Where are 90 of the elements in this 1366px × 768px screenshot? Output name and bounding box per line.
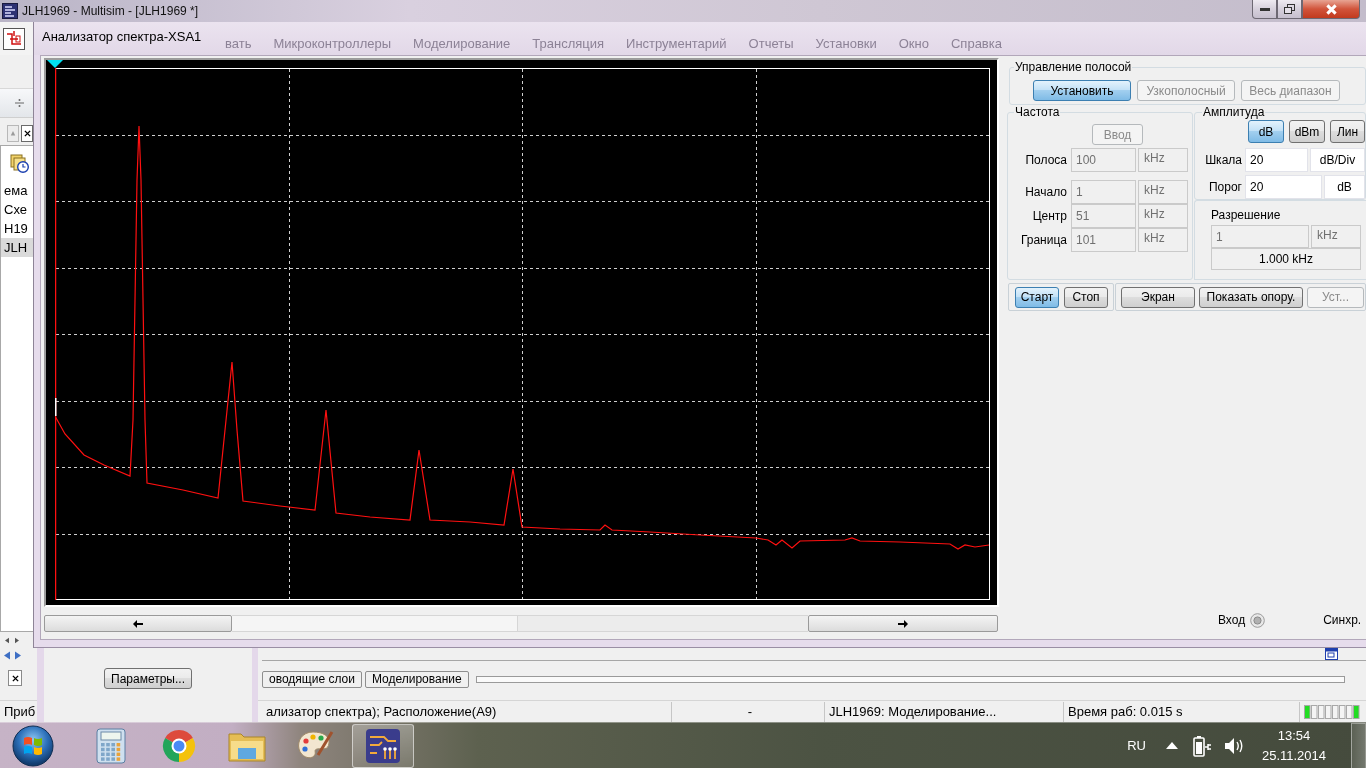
display-button[interactable]: Показать опору. (1199, 286, 1303, 308)
close-button[interactable] (21, 125, 33, 142)
unit-field: kHz (1138, 180, 1188, 204)
run-button[interactable]: Старт (1015, 286, 1059, 308)
group-title: Амплитуда (1202, 105, 1266, 119)
group-title: Управление полосой (1014, 60, 1133, 74)
unit-field: dB (1324, 175, 1365, 199)
field-label: Начало (1024, 185, 1067, 199)
calculator-icon (96, 727, 126, 764)
folders-clock-icon (10, 154, 29, 173)
scale-button[interactable]: dB (1248, 120, 1284, 143)
unit-field: kHz (1138, 228, 1188, 252)
schematic-icon (3, 27, 25, 50)
close-icon (1325, 3, 1337, 15)
field-label: Порог (1207, 180, 1243, 194)
show-desktop-button[interactable] (1351, 722, 1366, 768)
minimize-icon (1259, 7, 1270, 11)
value-field[interactable]: 20 (1245, 175, 1322, 199)
group-title: Частота (1014, 105, 1061, 119)
window-icon (1325, 648, 1338, 660)
field-label: Шкала (1204, 153, 1243, 167)
connector-icon[interactable] (1250, 612, 1266, 628)
cursor-line[interactable] (55, 68, 57, 600)
value-field: 51 (1071, 204, 1136, 228)
value-field: 1 (1071, 180, 1136, 204)
field-label: Граница (1019, 233, 1067, 247)
close-icon (23, 130, 31, 137)
restore-button[interactable] (1277, 0, 1302, 19)
browser-icon (162, 728, 196, 763)
tree-item[interactable]: Схе (1, 200, 33, 219)
close-button[interactable] (8, 670, 22, 686)
app-icon (2, 3, 18, 19)
status-text: JLH1969: Моделирование... (825, 701, 1064, 722)
volume-icon (1224, 736, 1244, 755)
minimize-button[interactable] (1252, 0, 1277, 19)
group-title: Разрешение (1211, 208, 1282, 222)
clock-time: 13:54 (1277, 728, 1311, 743)
unit-field: kHz (1311, 225, 1361, 248)
unit-field: kHz (1138, 148, 1188, 172)
start-button[interactable] (10, 723, 56, 768)
battery-plug-icon (1193, 734, 1212, 757)
scroll-right-button[interactable] (808, 615, 998, 632)
run-button[interactable]: Стоп (1064, 286, 1108, 308)
resolution-readout: 1.000 kHz (1211, 248, 1361, 270)
scale-button[interactable]: dBm (1289, 120, 1325, 143)
tab[interactable]: оводящие слои (262, 671, 362, 688)
start-orb-icon (12, 724, 54, 767)
taskbar-button[interactable] (352, 723, 414, 768)
up-arrow-icon (10, 130, 16, 137)
value-field: 100 (1071, 148, 1136, 172)
terminal-label: Синхр. (1323, 613, 1362, 627)
window-title: JLH1969 - Multisim - [JLH1969 *] (22, 4, 199, 18)
field-label: Центр (1031, 209, 1067, 223)
tree-item[interactable]: JLH (1, 238, 33, 257)
scroll-left-button[interactable] (44, 615, 232, 632)
activity-indicator-icon (1304, 704, 1360, 719)
language-indicator[interactable]: RU (1127, 738, 1146, 753)
status-text: Приб (3, 702, 37, 721)
tree-item[interactable]: H19 (1, 219, 33, 238)
parameters-button[interactable]: Параметры... (104, 668, 192, 689)
tab[interactable]: Моделирование (364, 671, 469, 688)
value-field[interactable]: 20 (1245, 148, 1308, 172)
field-label: Полоса (1024, 153, 1067, 167)
terminal-label: Вход (1218, 613, 1246, 627)
up-arrow-icon (1166, 742, 1178, 749)
status-text: ализатор спектра); Расположение(А9) (262, 701, 672, 722)
right-arrow-icon (898, 619, 908, 628)
span-button[interactable]: Установить (1033, 80, 1131, 101)
display-button[interactable]: Экран (1121, 286, 1195, 308)
scrollbar-thumb[interactable] (232, 615, 518, 632)
circuit-icon (365, 727, 401, 764)
status-text: - (672, 701, 825, 722)
value-field: 101 (1071, 228, 1136, 252)
unit-field: dB/Div (1310, 148, 1365, 172)
scale-button[interactable]: Лин (1330, 120, 1365, 143)
cursor-marker-icon (47, 60, 63, 68)
window-title: Анализатор спектра-XSA1 (42, 29, 202, 44)
power-button[interactable] (1193, 734, 1212, 757)
unit-field: kHz (1138, 204, 1188, 228)
restore-icon (1284, 4, 1295, 14)
show-hidden-icons-button[interactable] (1166, 742, 1178, 749)
grip-icon (15, 99, 24, 107)
close-icon (11, 674, 19, 682)
status-text: Время раб: 0.015 s (1064, 701, 1300, 722)
left-arrow-icon (133, 619, 143, 628)
tree-item[interactable]: ема (1, 181, 33, 200)
clock-date: 25.11.2014 (1261, 748, 1327, 763)
value-field: 1 (1211, 225, 1309, 248)
clock[interactable]: 13:54 25.11.2014 (1257, 728, 1331, 763)
volume-button[interactable] (1224, 736, 1244, 755)
